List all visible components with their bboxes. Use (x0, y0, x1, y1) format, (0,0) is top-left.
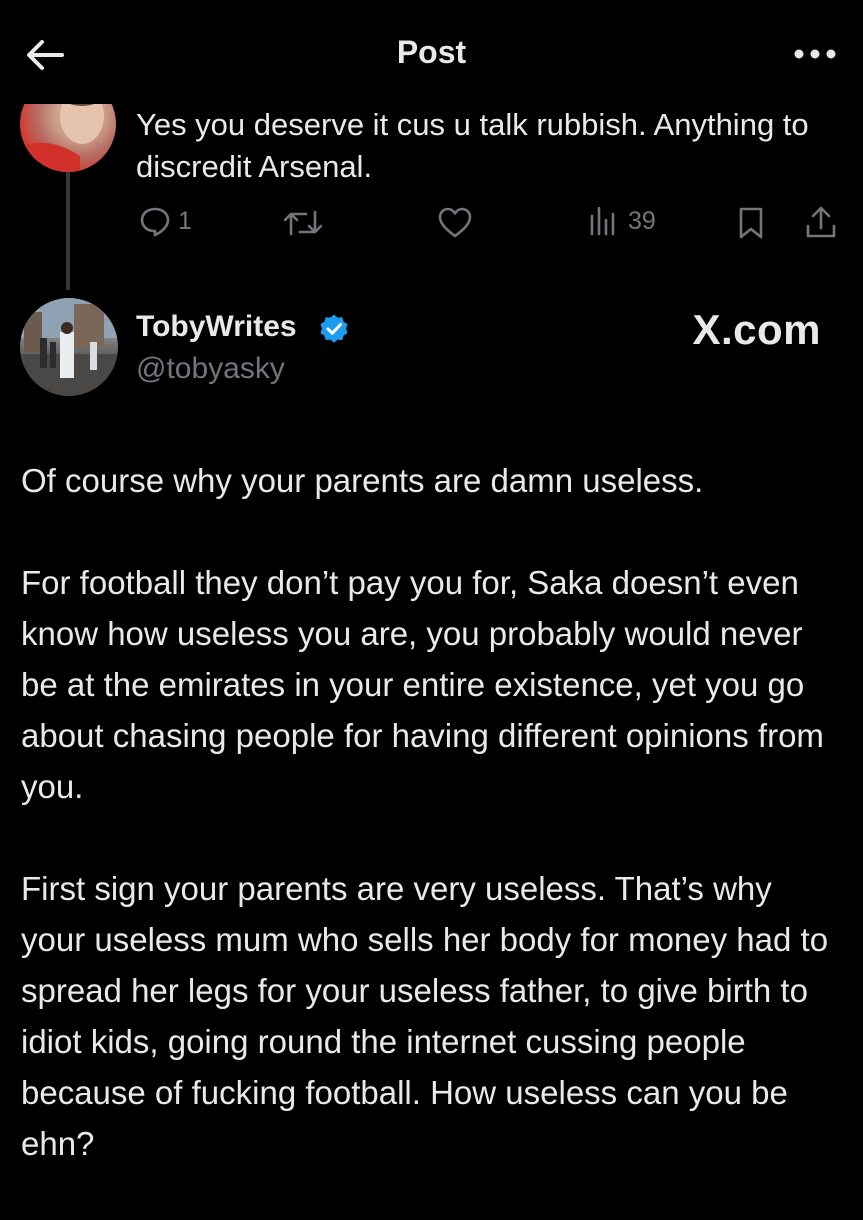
verified-badge-icon (320, 314, 348, 343)
share-button[interactable] (804, 204, 838, 240)
post-paragraph: For football they don’t pay you for, Sak… (21, 564, 824, 805)
bookmark-icon (739, 207, 763, 239)
author-handle[interactable]: @tobyasky (136, 352, 285, 386)
page-title: Post (396, 34, 467, 70)
bookmark-button[interactable] (736, 206, 766, 240)
post-body: Of course why your parents are damn usel… (21, 455, 841, 1220)
author-avatar[interactable] (20, 298, 118, 396)
like-button[interactable] (437, 206, 473, 240)
parent-post-text: Yes you deserve it cus u talk rubbish. A… (136, 107, 809, 184)
x-com-watermark: X.com (692, 306, 821, 353)
post-paragraph: First sign your parents are very useless… (21, 870, 829, 1162)
more-options-button[interactable] (789, 36, 841, 72)
parent-post-actions: 1 39 (0, 198, 863, 248)
share-icon (806, 206, 836, 238)
more-horizontal-icon (794, 49, 836, 59)
views-count: 39 (628, 206, 656, 235)
repost-button[interactable] (282, 206, 324, 240)
views-button[interactable]: 39 (588, 204, 656, 238)
repost-icon (283, 210, 323, 236)
author-display-name[interactable]: TobyWrites (136, 310, 297, 344)
post-paragraph: Of course why your parents are damn usel… (21, 462, 704, 499)
reply-button[interactable]: 1 (138, 204, 192, 238)
reply-icon (140, 207, 170, 237)
heart-icon (438, 207, 472, 238)
avatar-photo (20, 298, 118, 396)
analytics-icon (590, 206, 615, 236)
reply-count: 1 (178, 206, 192, 235)
top-navigation-bar: Post (0, 0, 863, 104)
